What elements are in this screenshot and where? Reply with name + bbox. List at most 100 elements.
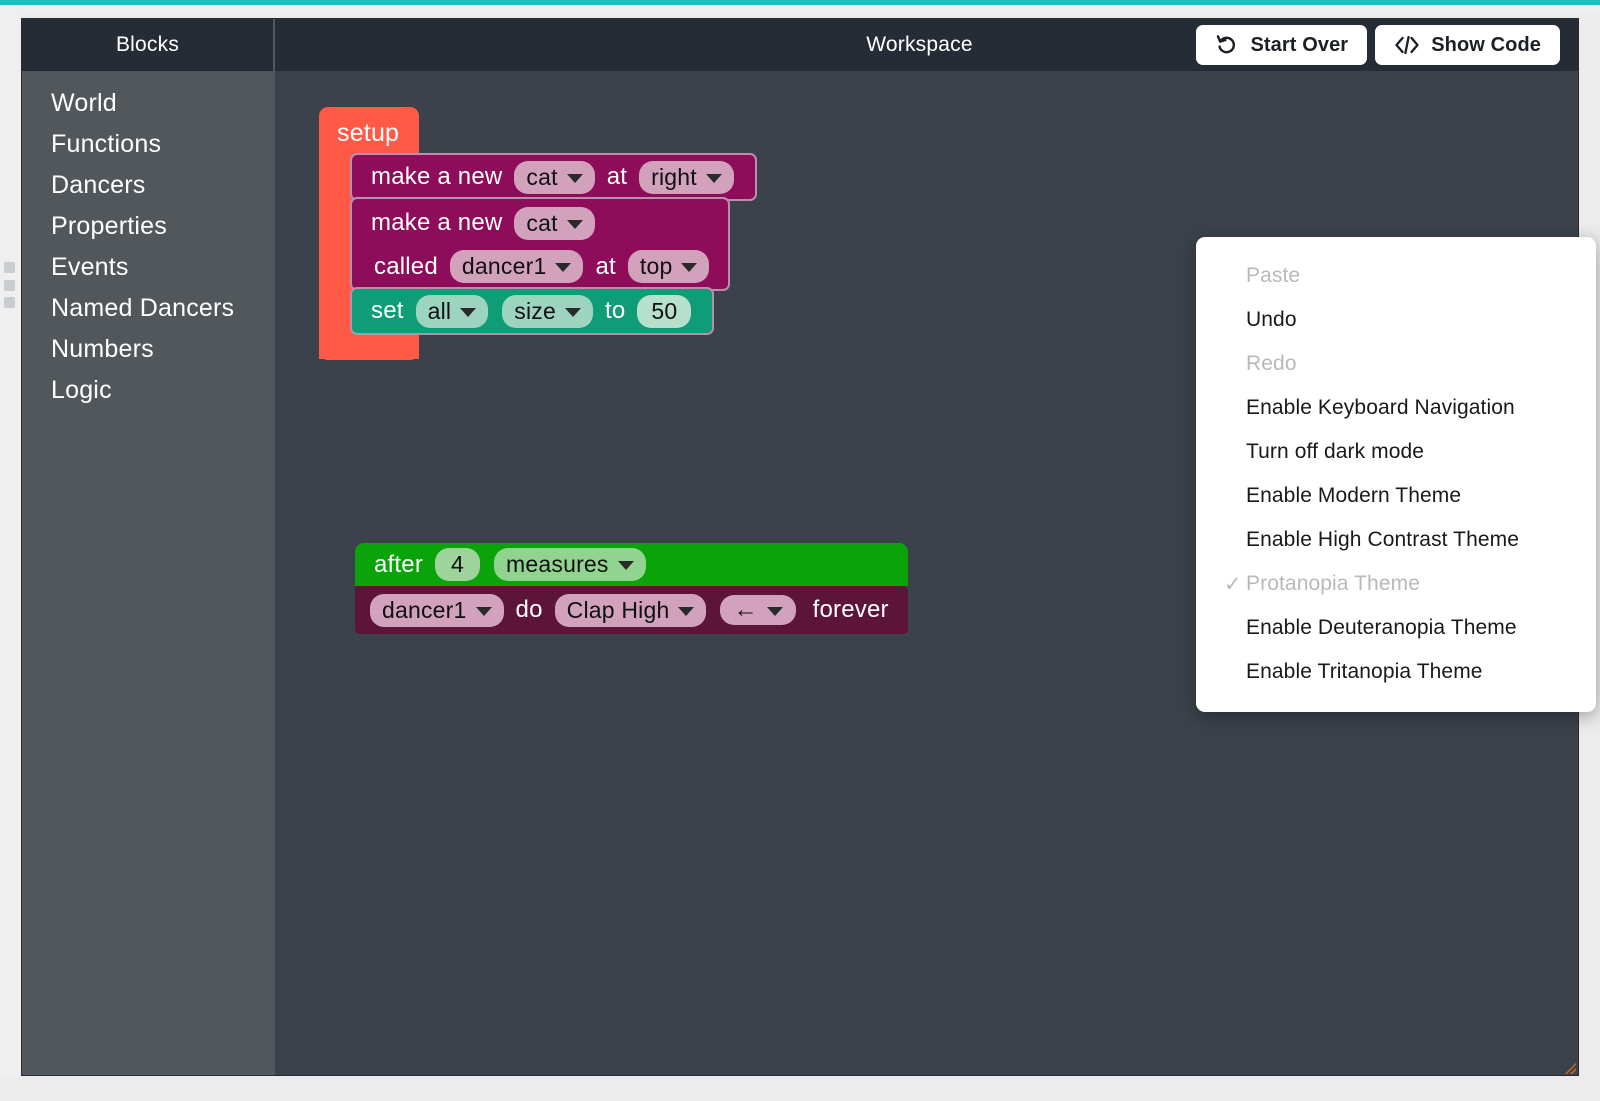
chevron-down-icon — [460, 307, 477, 317]
dancer-type-value: cat — [526, 163, 558, 190]
context-menu-item-redo: Redo — [1196, 342, 1596, 386]
context-menu-item-label: Paste — [1246, 264, 1301, 287]
set-target-value: all — [427, 297, 452, 324]
dancer-dropdown[interactable]: dancer1 — [370, 593, 504, 627]
sidebar-item-label: Named Dancers — [51, 294, 235, 322]
block-dancer-do-move-forever[interactable]: dancer1 do Clap High ← forever — [355, 586, 908, 634]
left-gutter — [0, 14, 21, 1076]
block-make-new-dancer-at[interactable]: make a new cat at right — [350, 153, 757, 201]
dancer-name-value: dancer1 — [461, 253, 547, 279]
context-menu-item-undo[interactable]: Undo — [1196, 298, 1596, 342]
context-menu-item-label: Turn off dark mode — [1246, 440, 1425, 463]
block-make-new-dancer-called-at[interactable]: make a new cat called dancer1 at top — [350, 197, 730, 291]
dancer-name-dropdown[interactable]: dancer1 — [449, 250, 584, 283]
context-menu-item-enable-high-contrast-theme[interactable]: Enable High Contrast Theme — [1196, 518, 1596, 562]
at-label: at — [595, 252, 616, 280]
block-after-measures[interactable]: after 4 measures — [355, 543, 908, 586]
location-dropdown[interactable]: top — [627, 250, 710, 283]
drag-dot — [4, 279, 15, 291]
chevron-down-icon — [566, 219, 583, 229]
block-set-property[interactable]: set all size to 50 — [349, 287, 715, 335]
drag-dot — [4, 262, 15, 273]
dancer-value: dancer1 — [382, 596, 467, 623]
move-dropdown[interactable]: Clap High — [554, 593, 707, 627]
do-label: do — [515, 596, 543, 623]
workspace-left-separator — [273, 71, 275, 1075]
blocks-panel-title: Blocks — [115, 33, 180, 56]
at-label: at — [606, 163, 628, 190]
dancer-type-dropdown[interactable]: cat — [514, 206, 595, 240]
app-header: Blocks Workspace Start Over Show Code — [22, 19, 1578, 71]
resize-handle-icon[interactable] — [1565, 1063, 1576, 1074]
blocks-sidebar: World Functions Dancers Properties Event… — [22, 71, 273, 1075]
drag-handle-icon[interactable] — [4, 262, 15, 308]
show-code-label: Show Code — [1431, 33, 1541, 56]
sidebar-item-label: Events — [51, 253, 129, 281]
start-over-button[interactable]: Start Over — [1196, 25, 1368, 65]
context-menu-item-label: Enable High Contrast Theme — [1246, 528, 1520, 551]
arrow-left-icon: ← — [733, 596, 758, 623]
context-menu-item-enable-modern-theme[interactable]: Enable Modern Theme — [1196, 474, 1596, 518]
header-actions: Start Over Show Code — [1196, 19, 1560, 71]
chevron-down-icon — [566, 173, 583, 183]
called-label: called — [374, 252, 438, 280]
set-property-dropdown[interactable]: size — [502, 294, 593, 328]
checkmark-icon: ✓ — [1224, 572, 1242, 596]
chevron-down-icon — [555, 263, 572, 272]
block-line-1: make a new cat — [366, 202, 714, 244]
setup-script[interactable]: setup make a new cat at right make a new… — [319, 107, 757, 360]
sidebar-item-world[interactable]: World — [22, 83, 273, 124]
chevron-down-icon — [681, 263, 698, 272]
sidebar-item-numbers[interactable]: Numbers — [22, 329, 273, 370]
measure-count-input[interactable]: 4 — [435, 548, 481, 581]
chevron-down-icon — [678, 606, 695, 616]
show-code-button[interactable]: Show Code — [1375, 25, 1560, 65]
move-value: Clap High — [566, 596, 670, 623]
sidebar-item-label: Functions — [51, 130, 162, 158]
set-target-dropdown[interactable]: all — [415, 294, 489, 328]
context-menu-item-enable-keyboard-navigation[interactable]: Enable Keyboard Navigation — [1196, 386, 1596, 430]
sidebar-item-events[interactable]: Events — [22, 247, 273, 288]
chevron-down-icon — [617, 561, 634, 570]
context-menu-item-label: Enable Tritanopia Theme — [1246, 660, 1483, 683]
set-property-value: size — [514, 297, 556, 324]
direction-dropdown[interactable]: ← — [720, 595, 796, 625]
sidebar-item-logic[interactable]: Logic — [22, 370, 273, 411]
reset-icon — [1215, 33, 1239, 57]
context-menu-item-enable-deuteranopia-theme[interactable]: Enable Deuteranopia Theme — [1196, 606, 1596, 650]
time-unit-dropdown[interactable]: measures — [494, 548, 646, 581]
start-over-label: Start Over — [1250, 33, 1349, 56]
set-value-input[interactable]: 50 — [637, 294, 692, 328]
chevron-down-icon — [475, 606, 492, 616]
dancer-type-dropdown[interactable]: cat — [514, 160, 595, 194]
workspace-context-menu[interactable]: Paste Undo Redo Enable Keyboard Navigati… — [1196, 237, 1596, 712]
context-menu-item-label: Enable Keyboard Navigation — [1246, 396, 1515, 419]
sidebar-item-named-dancers[interactable]: Named Dancers — [22, 288, 273, 329]
chevron-down-icon — [766, 606, 783, 616]
top-page-gap — [0, 5, 1600, 14]
sidebar-item-functions[interactable]: Functions — [22, 124, 273, 165]
sidebar-item-label: World — [51, 89, 117, 117]
location-value: right — [651, 163, 697, 190]
location-value: top — [639, 253, 673, 279]
make-a-new-label: make a new — [371, 209, 503, 236]
code-icon — [1394, 34, 1420, 56]
context-menu-item-label: Enable Deuteranopia Theme — [1246, 616, 1517, 639]
chevron-down-icon — [705, 173, 722, 183]
event-script[interactable]: after 4 measures dancer1 do Clap High ← … — [355, 543, 908, 634]
dancer-type-value: cat — [526, 209, 558, 236]
block-line-2: called dancer1 at top — [366, 246, 714, 288]
context-menu-item-enable-tritanopia-theme[interactable]: Enable Tritanopia Theme — [1196, 650, 1596, 694]
workspace-header: Workspace Start Over Show Code — [275, 19, 1578, 71]
measure-count-value: 4 — [451, 551, 465, 577]
sidebar-item-properties[interactable]: Properties — [22, 206, 273, 247]
context-menu-item-paste: Paste — [1196, 254, 1596, 298]
context-menu-item-turn-off-dark-mode[interactable]: Turn off dark mode — [1196, 430, 1596, 474]
sidebar-item-label: Properties — [51, 212, 167, 240]
sidebar-item-dancers[interactable]: Dancers — [22, 165, 273, 206]
sidebar-item-label: Numbers — [51, 335, 154, 363]
set-value-number: 50 — [651, 297, 678, 324]
to-label: to — [604, 297, 626, 324]
location-dropdown[interactable]: right — [639, 160, 734, 194]
setup-block-label: setup — [337, 119, 400, 147]
